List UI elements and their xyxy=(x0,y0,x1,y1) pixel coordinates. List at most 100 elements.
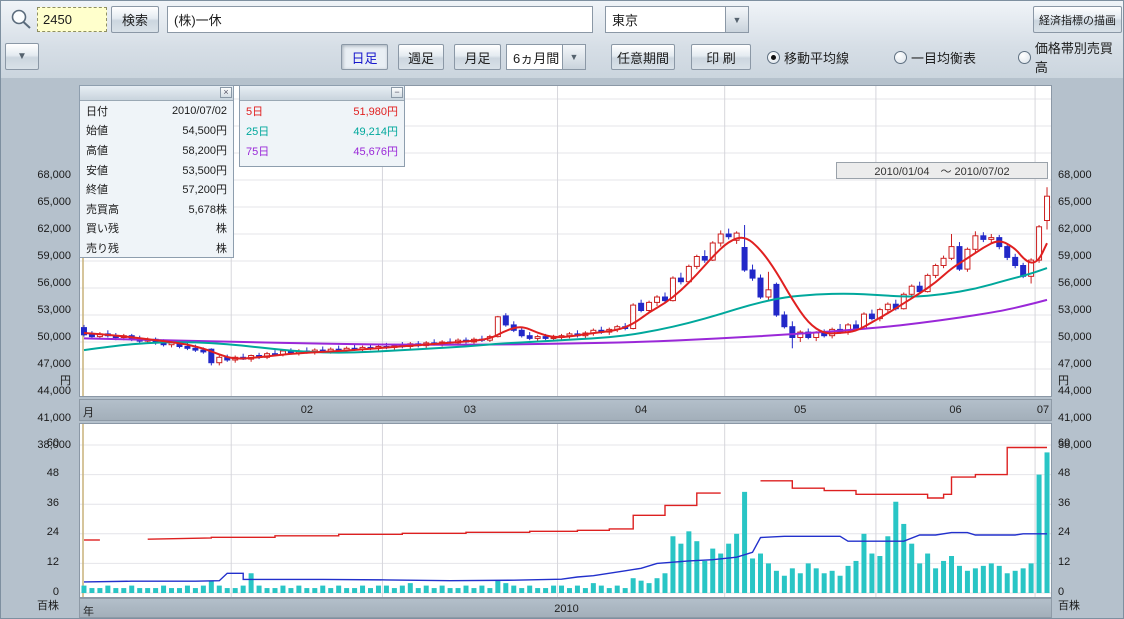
volume-tick-label: 36 xyxy=(1058,497,1070,510)
panel-row: 日付 2010/07/02 xyxy=(80,101,233,121)
chevron-down-icon[interactable]: ▼ xyxy=(725,7,748,32)
year-label: 2010 xyxy=(80,603,1053,615)
chevron-down-icon[interactable]: ▼ xyxy=(562,45,585,69)
year-axis-band: 年 2010 xyxy=(79,598,1052,618)
price-tick-label: 62,000 xyxy=(1058,223,1092,236)
price-tick-label: 44,000 xyxy=(1058,385,1092,398)
exchange-value: 東京 xyxy=(612,10,638,29)
radio-label: 一目均衡表 xyxy=(911,48,976,67)
stock-name-field[interactable]: (株)一休 xyxy=(167,6,593,33)
row-label: 買い残 xyxy=(86,220,119,236)
price-unit-label: 円 xyxy=(1058,375,1069,388)
row-value: 53,500円 xyxy=(182,162,227,178)
price-tick-label: 53,000 xyxy=(1058,304,1092,317)
row-value: 株 xyxy=(216,240,227,256)
volume-tick-label: 36 xyxy=(1,497,59,510)
search-button[interactable]: 検索 xyxy=(111,6,159,33)
price-tick-label: 44,000 xyxy=(1,385,71,398)
row-value: 2010/07/02 xyxy=(172,105,227,117)
row-value: 5,678株 xyxy=(188,201,227,217)
row-label: 始値 xyxy=(86,122,108,138)
price-tick-label: 68,000 xyxy=(1,169,71,182)
row-value: 49,214円 xyxy=(353,123,398,139)
draw-economic-indicator-button[interactable]: 経済指標の描画 xyxy=(1033,6,1122,33)
panel-header: × xyxy=(80,86,233,101)
price-tick-label: 47,000 xyxy=(1,358,71,371)
row-value: 58,200円 xyxy=(182,142,227,158)
month-row-label: 月 xyxy=(83,404,94,420)
volume-chart-plot[interactable] xyxy=(79,423,1052,598)
chart-area: 月 020304050607 年 2010 円 円 百株 百株 68,00068… xyxy=(1,78,1124,619)
volume-tick-label: 12 xyxy=(1,556,59,569)
price-tick-label: 41,000 xyxy=(1,412,71,425)
price-tick-label: 50,000 xyxy=(1058,331,1092,344)
radio-ichimoku[interactable]: 一目均衡表 xyxy=(894,44,976,70)
volume-tick-label: 60 xyxy=(1058,437,1070,450)
price-tick-label: 47,000 xyxy=(1058,358,1092,371)
row-label: 高値 xyxy=(86,142,108,158)
radio-label: 移動平均線 xyxy=(784,48,849,67)
custom-period-button[interactable]: 任意期間 xyxy=(611,44,675,70)
ma-legend-panel: − 5日 51,980円 25日 49,214円 75日45,676円 xyxy=(239,85,405,167)
month-label: 06 xyxy=(943,404,967,416)
panel-header: − xyxy=(240,86,404,101)
row-label: 25日 xyxy=(246,123,269,139)
month-label: 07 xyxy=(1031,404,1055,416)
row-label: 5日 xyxy=(246,103,263,119)
price-tick-label: 59,000 xyxy=(1058,250,1092,263)
minimize-icon[interactable]: − xyxy=(391,87,403,98)
price-tick-label: 56,000 xyxy=(1,277,71,290)
radio-volume-by-price[interactable]: 価格帯別売買高 xyxy=(1018,44,1124,70)
row-value: 45,676円 xyxy=(353,143,398,159)
row-label: 終値 xyxy=(86,181,108,197)
period-select[interactable]: 6ヵ月間 ▼ xyxy=(506,44,586,70)
row-label: 日付 xyxy=(86,103,108,119)
volume-tick-label: 0 xyxy=(1,586,59,599)
month-label: 02 xyxy=(295,404,319,416)
radio-icon[interactable] xyxy=(1018,51,1031,64)
price-tick-label: 56,000 xyxy=(1058,277,1092,290)
price-tick-label: 50,000 xyxy=(1,331,71,344)
volume-tick-label: 12 xyxy=(1058,556,1070,569)
price-tick-label: 68,000 xyxy=(1058,169,1092,182)
volume-tick-label: 24 xyxy=(1058,526,1070,539)
stock-code-input[interactable]: 2450 xyxy=(37,7,107,32)
tab-daily[interactable]: 日足 xyxy=(341,44,388,70)
panel-row: 買い残株 xyxy=(80,219,233,239)
exchange-select[interactable]: 東京 ▼ xyxy=(605,6,749,33)
row-value: 51,980円 xyxy=(353,103,398,119)
month-axis-band: 月 020304050607 xyxy=(79,399,1052,421)
radio-moving-average[interactable]: 移動平均線 xyxy=(767,44,849,70)
period-value: 6ヵ月間 xyxy=(513,48,559,67)
row-label: 売り残 xyxy=(86,240,119,256)
volume-tick-label: 0 xyxy=(1058,586,1064,599)
tab-monthly[interactable]: 月足 xyxy=(454,44,501,70)
volume-tick-label: 60 xyxy=(1,437,59,450)
quote-info-panel: × 日付2010/07/02始値54,500円高値58,200円安値53,500… xyxy=(79,85,234,258)
stock-chart-window: 2450 検索 (株)一休 東京 ▼ 経済指標の描画 ▼ 日足 週足 月足 6ヵ… xyxy=(0,0,1124,619)
date-range-box: 2010/01/04 ～ 2010/07/02 xyxy=(836,162,1048,179)
price-tick-label: 38,000 xyxy=(1,439,71,452)
tab-weekly[interactable]: 週足 xyxy=(398,44,444,70)
month-label: 03 xyxy=(458,404,482,416)
expand-toolbar-button[interactable]: ▼ xyxy=(5,43,39,70)
panel-row: 75日45,676円 xyxy=(240,141,404,161)
price-tick-label: 59,000 xyxy=(1,250,71,263)
toolbar: 2450 検索 (株)一休 東京 ▼ 経済指標の描画 ▼ 日足 週足 月足 6ヵ… xyxy=(1,1,1124,79)
price-tick-label: 65,000 xyxy=(1058,196,1092,209)
volume-tick-label: 24 xyxy=(1,526,59,539)
price-tick-label: 53,000 xyxy=(1,304,71,317)
panel-row: 5日 51,980円 xyxy=(240,101,404,121)
radio-icon[interactable] xyxy=(894,51,907,64)
panel-row: 始値54,500円 xyxy=(80,121,233,141)
radio-icon[interactable] xyxy=(767,51,780,64)
volume-unit-label: 百株 xyxy=(1,600,59,613)
search-icon xyxy=(9,8,33,32)
price-tick-label: 62,000 xyxy=(1,223,71,236)
price-tick-label: 65,000 xyxy=(1,196,71,209)
radio-label: 価格帯別売買高 xyxy=(1035,38,1124,76)
volume-unit-label: 百株 xyxy=(1058,600,1080,613)
close-icon[interactable]: × xyxy=(220,87,232,98)
volume-tick-label: 48 xyxy=(1058,467,1070,480)
print-button[interactable]: 印 刷 xyxy=(691,44,751,70)
